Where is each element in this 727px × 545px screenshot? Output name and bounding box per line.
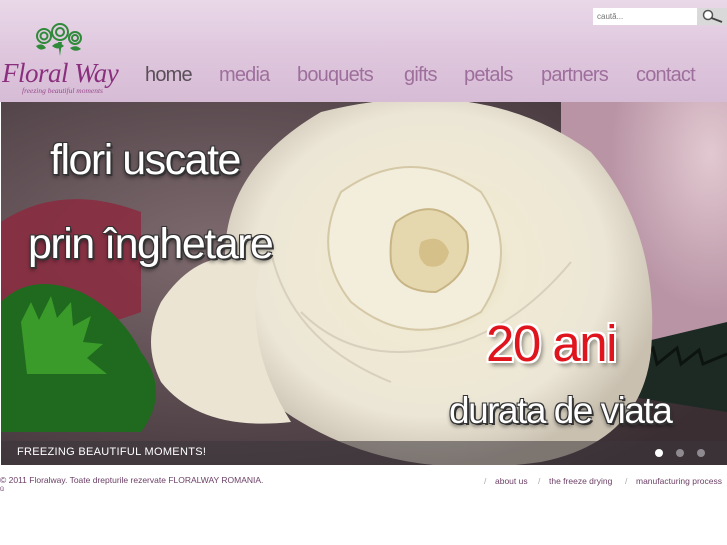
nav-item-gifts[interactable]: gifts [404,64,437,87]
hero-headline-years: 20 ani [486,315,617,372]
search-box [593,8,727,25]
slide-dot-3[interactable] [697,449,705,457]
floralway-logo[interactable]: Floral Way freezing beautiful moments [0,22,124,100]
footer-link-about-us[interactable]: about us [495,476,528,486]
slide-dot-2[interactable] [676,449,684,457]
footer-separator: / [625,476,628,486]
slide-caption-bar: FREEZING BEAUTIFUL MOMENTS! [1,441,727,465]
nav-item-contact[interactable]: contact [636,64,696,87]
hero-slideshow[interactable]: flori uscate prin înghetare 20 ani durat… [1,102,727,465]
search-button[interactable] [698,8,727,25]
nav-item-media[interactable]: media [219,64,270,87]
search-input[interactable] [593,8,697,25]
search-icon [702,9,723,23]
hero-headline-line2: prin înghetare [28,220,274,268]
footer-separator: / [538,476,541,486]
logo-tagline: freezing beautiful moments [22,86,103,95]
footer-mark: ü [0,486,4,493]
footer-link-freeze-drying[interactable]: the freeze drying [549,476,612,486]
slide-dot-1[interactable] [655,449,663,457]
nav-item-home[interactable]: home [145,64,193,87]
logo-wordmark: Floral Way [2,58,119,88]
footer-copyright: © 2011 Floralway. Toate drepturile rezer… [0,475,264,485]
hero-headline-lifespan: durata de viata [449,390,673,431]
rose-logo-icon [36,23,82,56]
footer-link-manufacturing-process[interactable]: manufacturing process [636,476,722,486]
nav-item-partners[interactable]: partners [541,64,609,87]
hero-headline-line1: flori uscate [50,136,241,184]
nav-item-petals[interactable]: petals [464,64,513,87]
header: Floral Way freezing beautiful moments ho… [0,0,727,102]
slide-caption: FREEZING BEAUTIFUL MOMENTS! [17,446,207,458]
nav-item-bouquets[interactable]: bouquets [297,64,374,87]
footer-separator: / [484,476,487,486]
